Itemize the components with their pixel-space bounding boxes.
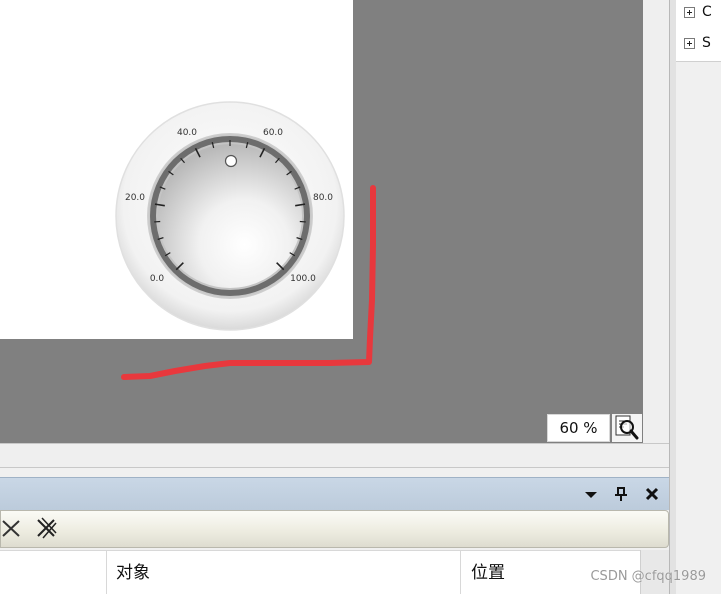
- tree-item-label: S: [702, 35, 711, 51]
- canvas-horizontal-scrollbar[interactable]: [0, 443, 669, 468]
- knob-label-80: 80.0: [313, 193, 333, 203]
- column-header-position[interactable]: 位置: [471, 558, 505, 583]
- delete-all-icon: [37, 517, 57, 539]
- panel-close-button[interactable]: [642, 484, 662, 504]
- bottom-panel-toolbar: [0, 510, 669, 548]
- watermark-text: CSDN @cfqq1989: [590, 569, 706, 584]
- knob-label-0: 0.0: [150, 274, 165, 284]
- knob-label-20: 20.0: [125, 193, 145, 203]
- design-canvas[interactable]: 0.0 20.0 40.0 60.0 80.0 100.0 60 %: [0, 0, 643, 443]
- tree-item[interactable]: C: [684, 2, 712, 22]
- expand-plus-icon[interactable]: [684, 6, 695, 18]
- expand-plus-icon[interactable]: [684, 37, 695, 49]
- knob-label-100: 100.0: [290, 274, 316, 284]
- bottom-panel-header: [0, 477, 669, 510]
- zoom-button[interactable]: [612, 414, 642, 442]
- panel-splitter[interactable]: [669, 0, 676, 594]
- zoom-magnifier-icon: [615, 415, 639, 440]
- zoom-level-display[interactable]: 60 %: [547, 414, 610, 442]
- canvas-vertical-scrollbar[interactable]: [643, 0, 669, 443]
- column-header-object[interactable]: 对象: [116, 558, 150, 583]
- tree-item[interactable]: S: [684, 33, 711, 53]
- knob-indicator: [224, 154, 238, 168]
- column-divider[interactable]: [460, 550, 461, 594]
- delete-all-button[interactable]: [34, 514, 60, 542]
- delete-button[interactable]: [0, 514, 26, 542]
- delete-x-icon: [2, 520, 20, 537]
- pin-icon: [615, 487, 627, 501]
- panel-menu-button[interactable]: [581, 484, 601, 504]
- knob-control[interactable]: 0.0 20.0 40.0 60.0 80.0 100.0: [110, 100, 350, 340]
- grid-header-row: [0, 550, 640, 594]
- panel-pin-button[interactable]: [611, 484, 631, 504]
- knob-label-60: 60.0: [263, 128, 283, 138]
- dropdown-triangle-icon: [585, 492, 597, 498]
- close-icon: [645, 487, 659, 501]
- tree-item-label: C: [702, 4, 712, 20]
- column-divider[interactable]: [106, 550, 107, 594]
- knob-label-40: 40.0: [177, 128, 197, 138]
